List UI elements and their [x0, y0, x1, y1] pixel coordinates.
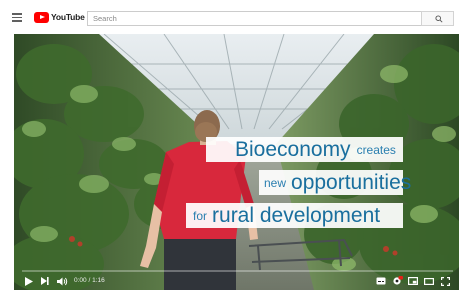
theater-mode-icon [424, 277, 434, 285]
youtube-logo[interactable]: YouTube [34, 11, 85, 23]
caption-line-3: for rural development [186, 203, 403, 228]
caption-word: new [264, 175, 287, 190]
settings-button[interactable] [391, 275, 403, 287]
caption-word: rural development [212, 204, 381, 227]
search-input[interactable] [87, 11, 421, 26]
volume-button[interactable] [56, 275, 68, 287]
search-bar [87, 11, 454, 26]
fullscreen-icon [440, 276, 450, 286]
logo-text: YouTube [51, 12, 85, 22]
search-button[interactable] [421, 11, 454, 26]
play-button[interactable] [24, 275, 34, 287]
youtube-logo-icon [34, 11, 49, 23]
caption-word: Bioeconomy [235, 138, 351, 161]
theater-button[interactable] [423, 275, 435, 287]
caption-line-2: new opportunities [259, 170, 411, 195]
caption-word: for [193, 208, 208, 223]
caption-line-1: Bioeconomy creates [206, 137, 403, 162]
fullscreen-button[interactable] [439, 275, 451, 287]
subtitles-icon [376, 277, 386, 285]
settings-icon [392, 276, 403, 285]
time-display: 0:00 / 1:16 [74, 277, 105, 284]
player-controls: 0:00 / 1:16 [14, 272, 459, 290]
next-button[interactable] [40, 275, 50, 287]
subtitles-button[interactable] [375, 275, 387, 287]
play-icon [25, 276, 33, 286]
masthead: YouTube [0, 0, 459, 34]
video-frame [14, 34, 459, 290]
caption-word: creates [356, 142, 396, 157]
page: YouTube Search Bioeconomy creates new op… [0, 0, 459, 290]
video-player[interactable]: Bioeconomy creates new opportunities for… [14, 34, 459, 290]
menu-icon[interactable] [11, 11, 23, 23]
miniplayer-button[interactable] [407, 275, 419, 287]
search-icon [435, 15, 443, 23]
miniplayer-icon [408, 277, 418, 285]
next-icon [41, 277, 49, 285]
volume-icon [56, 277, 67, 285]
caption-word: opportunities [291, 171, 412, 194]
